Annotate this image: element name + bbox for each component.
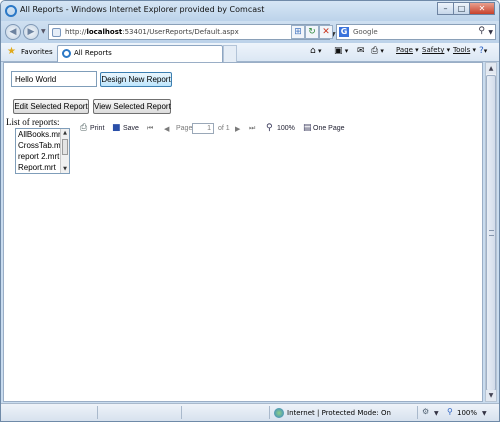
home-icon[interactable]: ⌂ ▾ <box>310 46 321 56</box>
scroll-up-icon[interactable]: ▲ <box>486 63 496 74</box>
privacy-icon[interactable]: ⚙ <box>422 407 429 416</box>
page-scrollbar[interactable]: ▲ ▼ <box>485 62 497 402</box>
one-page-icon[interactable]: ▤ <box>303 123 312 133</box>
back-button[interactable]: ◀ <box>5 24 21 40</box>
zoom-dropdown-icon[interactable]: ▼ <box>482 410 487 417</box>
viewer-save-button[interactable]: Save <box>123 125 139 132</box>
page-label: Page <box>176 125 193 132</box>
edit-selected-report-button[interactable]: Edit Selected Report <box>13 99 89 114</box>
print-icon[interactable]: ⎙ ▾ <box>371 46 384 56</box>
next-page-icon[interactable]: ▶ <box>235 125 240 133</box>
scroll-grip-icon <box>489 230 494 236</box>
recent-pages-dropdown-icon[interactable]: ▼ <box>41 28 46 35</box>
scroll-down-icon[interactable]: ▼ <box>486 390 496 401</box>
close-button[interactable]: ✕ <box>469 2 495 15</box>
status-divider <box>97 406 98 419</box>
zoom-level[interactable]: 100% <box>277 125 295 132</box>
scroll-thumb[interactable] <box>486 75 496 391</box>
tab-label: All Reports <box>74 49 112 57</box>
search-icon[interactable]: ⚲ <box>478 26 485 36</box>
compatibility-view-icon[interactable]: ⊞ <box>291 25 305 39</box>
zoom-level-status[interactable]: 100% <box>457 409 477 417</box>
stop-icon[interactable]: ✕ <box>319 25 333 39</box>
viewer-print-button[interactable]: Print <box>90 125 104 132</box>
last-page-icon[interactable]: ⏭ <box>249 125 255 133</box>
zoom-icon[interactable]: ⚲ <box>266 123 273 133</box>
page-number-input[interactable] <box>192 123 214 134</box>
list-item[interactable]: report 2.mrt <box>18 152 59 162</box>
ie-logo-icon <box>5 5 17 17</box>
view-selected-report-button[interactable]: View Selected Report <box>93 99 171 114</box>
status-divider <box>181 406 182 419</box>
window-title: All Reports - Windows Internet Explorer … <box>20 5 265 14</box>
reports-listbox[interactable]: AllBooks.mrt CrossTab.mrt report 2.mrt R… <box>15 128 70 174</box>
mail-icon[interactable]: ✉ <box>357 46 365 56</box>
favorites-button[interactable]: Favorites <box>21 48 53 56</box>
status-divider <box>269 406 270 419</box>
browser-window: All Reports - Windows Internet Explorer … <box>0 0 500 422</box>
help-icon[interactable]: ?▾ <box>479 46 487 56</box>
command-bar: ★ Favorites All Reports ⌂ ▾ ▣ ▾ ✉ ⎙ ▾ Pa… <box>1 43 499 62</box>
page-content: Design New Report Edit Selected Report V… <box>3 62 483 402</box>
scroll-up-icon[interactable]: ▲ <box>61 129 69 137</box>
scroll-down-icon[interactable]: ▼ <box>61 165 69 173</box>
tools-menu[interactable]: Tools ▾ <box>453 46 476 54</box>
address-toolbar: ◀ ▶ ▼ http://localhost:53401/UserReports… <box>1 21 499 43</box>
search-input[interactable]: Google <box>353 28 378 36</box>
one-page-button[interactable]: One Page <box>313 125 345 132</box>
new-tab-button[interactable] <box>223 45 237 62</box>
refresh-icon[interactable]: ↻ <box>305 25 319 39</box>
search-options-dropdown-icon[interactable]: ▼ <box>488 29 493 36</box>
list-item[interactable]: CrossTab.mrt <box>18 141 66 151</box>
list-item[interactable]: Report.mrt <box>18 163 56 173</box>
tab-all-reports[interactable]: All Reports <box>57 45 223 62</box>
list-of-reports-label: List of reports: <box>6 117 60 127</box>
viewer-print-icon[interactable]: ⎙ <box>80 123 87 133</box>
minimize-button[interactable]: – <box>437 2 454 15</box>
window-controls: – □ ✕ <box>437 2 495 15</box>
viewer-save-icon[interactable]: ■ <box>112 123 121 133</box>
feeds-icon[interactable]: ▣ ▾ <box>334 46 348 56</box>
status-bar: Internet | Protected Mode: On ⚙ ▼ ⚲ 100%… <box>1 403 499 421</box>
listbox-scrollbar[interactable]: ▲ ▼ <box>60 129 69 173</box>
google-icon: G <box>339 27 349 37</box>
page-menu[interactable]: Page ▾ <box>396 46 419 54</box>
page-icon <box>52 28 61 37</box>
security-zone-text[interactable]: Internet | Protected Mode: On <box>287 409 391 417</box>
scroll-thumb[interactable] <box>62 139 68 155</box>
report-name-input[interactable] <box>11 71 97 87</box>
page-count-label: of 1 <box>218 125 230 132</box>
forward-button[interactable]: ▶ <box>23 24 39 40</box>
design-new-report-button[interactable]: Design New Report <box>100 72 172 87</box>
favorites-star-icon[interactable]: ★ <box>7 46 16 57</box>
address-bar[interactable]: http://localhost:53401/UserReports/Defau… <box>48 24 336 40</box>
status-divider <box>417 406 418 419</box>
zoom-magnifier-icon[interactable]: ⚲ <box>447 407 453 416</box>
internet-zone-icon <box>274 408 284 418</box>
title-bar: All Reports - Windows Internet Explorer … <box>1 1 499 21</box>
privacy-dropdown-icon[interactable]: ▼ <box>434 410 439 417</box>
first-page-icon[interactable]: ⏮ <box>147 125 153 133</box>
maximize-button[interactable]: □ <box>453 2 470 15</box>
safety-menu[interactable]: Safety ▾ <box>422 46 450 54</box>
prev-page-icon[interactable]: ◀ <box>164 125 169 133</box>
ie-page-icon <box>62 49 71 58</box>
list-item[interactable]: AllBooks.mrt <box>18 130 63 140</box>
url-text[interactable]: http://localhost:53401/UserReports/Defau… <box>65 28 239 36</box>
search-box[interactable]: G Google ⚲ ▼ <box>336 24 496 40</box>
